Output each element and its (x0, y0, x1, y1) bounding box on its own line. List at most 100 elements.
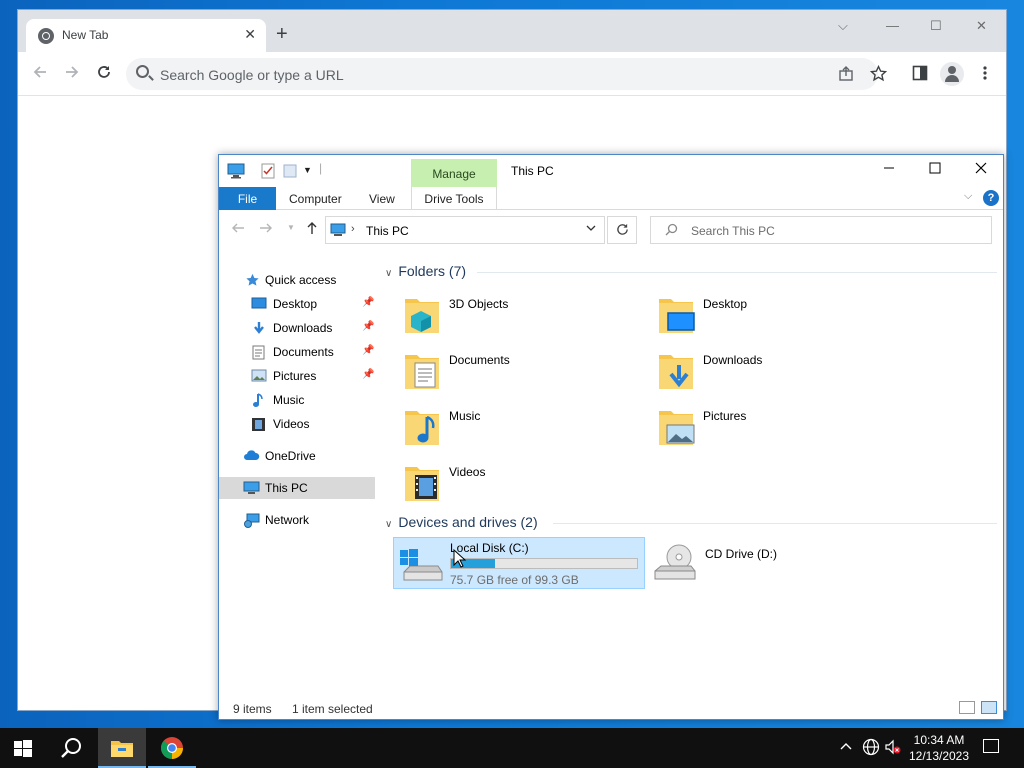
search-placeholder: Search This PC (691, 224, 775, 238)
breadcrumb-this-pc[interactable]: This PC (366, 224, 409, 238)
folder-3d-objects[interactable]: 3D Objects (379, 291, 619, 341)
folder-documents[interactable]: Documents (379, 347, 619, 397)
chrome-maximize-button[interactable]: ☐ (930, 18, 942, 34)
sidebar-item-videos[interactable]: Videos (219, 413, 375, 435)
refresh-button[interactable] (607, 216, 637, 244)
folder-downloads[interactable]: Downloads (633, 347, 873, 397)
folder-label: Documents (449, 353, 510, 367)
navigation-bar: ▼ › This PC Search This PC (219, 211, 1003, 249)
folder-music-icon (403, 405, 441, 447)
explorer-maximize-button[interactable] (929, 161, 941, 177)
tab-view[interactable]: View (369, 192, 395, 206)
pin-icon[interactable]: 📌 (362, 297, 374, 308)
explorer-close-button[interactable] (975, 161, 987, 177)
side-panel-icon[interactable] (912, 65, 928, 84)
pin-icon[interactable]: 📌 (362, 369, 374, 380)
music-note-icon (252, 393, 268, 407)
sidebar-item-pictures[interactable]: Pictures 📌 (219, 365, 375, 387)
collapse-chevron-icon[interactable]: ∨ (385, 519, 392, 530)
sidebar-item-label: Music (273, 393, 305, 407)
taskbar-file-explorer[interactable] (98, 728, 146, 768)
window-title: This PC (511, 164, 554, 178)
profile-avatar-icon[interactable] (940, 62, 964, 86)
forward-icon[interactable] (259, 221, 273, 239)
new-tab-button[interactable]: + (276, 24, 288, 44)
taskbar-clock[interactable]: 10:34 AM 12/13/2023 (900, 732, 978, 764)
mouse-cursor-icon (453, 548, 467, 572)
pin-icon[interactable]: 📌 (362, 321, 374, 332)
address-bar[interactable]: › This PC (325, 216, 605, 244)
folder-pictures[interactable]: Pictures (633, 403, 873, 453)
drive-cd-d[interactable]: CD Drive (D:) (651, 537, 811, 589)
tab-computer[interactable]: Computer (289, 192, 342, 206)
chrome-toolbar: Search Google or type a URL (18, 52, 1006, 96)
explorer-minimize-button[interactable] (883, 161, 895, 177)
sidebar-item-label: Network (265, 513, 310, 527)
windows-start-icon[interactable] (14, 740, 32, 761)
collapse-chevron-icon[interactable]: ∨ (385, 268, 392, 279)
drive-local-disk-c[interactable]: Local Disk (C:) 75.7 GB free of 99.3 GB (393, 537, 645, 589)
forward-icon[interactable] (64, 64, 80, 84)
folder-music[interactable]: Music (379, 403, 619, 453)
ribbon-tabs: File Computer View Drive Tools ⌵ ? (219, 187, 1003, 210)
pin-icon[interactable]: 📌 (362, 345, 374, 356)
tab-file[interactable]: File (219, 187, 276, 210)
sidebar-item-downloads[interactable]: Downloads 📌 (219, 317, 375, 339)
sidebar-item-network[interactable]: Network (219, 509, 375, 531)
sidebar-item-onedrive[interactable]: OneDrive (219, 445, 375, 467)
folder-videos[interactable]: Videos (379, 459, 619, 509)
recent-locations-icon[interactable]: ▼ (287, 223, 295, 232)
properties-icon[interactable] (261, 163, 275, 182)
folder-desktop[interactable]: Desktop (633, 291, 873, 341)
sidebar-item-this-pc[interactable]: This PC (219, 477, 375, 499)
new-folder-icon[interactable] (283, 163, 297, 182)
sidebar-item-documents[interactable]: Documents 📌 (219, 341, 375, 363)
status-item-count: 9 items (233, 702, 272, 716)
chrome-menu-icon[interactable] (982, 65, 988, 84)
notification-center-icon[interactable] (983, 739, 999, 753)
star-icon (245, 273, 261, 287)
drive-label: CD Drive (D:) (705, 547, 777, 561)
qat-customize-icon[interactable]: ▼ (303, 165, 312, 175)
clock-time: 10:34 AM (913, 733, 965, 747)
chrome-close-button[interactable]: ✕ (976, 18, 987, 34)
chrome-minimize-button[interactable]: — (886, 18, 899, 33)
folder-3d-objects-icon (403, 293, 441, 335)
taskbar-chrome[interactable] (148, 728, 196, 768)
help-icon[interactable]: ? (983, 190, 999, 206)
group-header-devices[interactable]: ∨ Devices and drives (2) (385, 514, 538, 530)
tab-new-tab[interactable]: New Tab ✕ (26, 19, 266, 52)
taskbar: 10:34 AM 12/13/2023 (0, 728, 1024, 768)
back-icon[interactable] (32, 64, 48, 84)
chrome-tab-bar: New Tab ✕ + ⌵ — ☐ ✕ (18, 10, 1006, 52)
reload-icon[interactable] (96, 64, 112, 84)
back-icon[interactable] (231, 221, 245, 239)
up-icon[interactable] (305, 221, 319, 239)
ribbon-expand-icon[interactable]: ⌵ (964, 190, 972, 203)
tab-close-icon[interactable]: ✕ (244, 26, 256, 43)
tab-drive-tools[interactable]: Drive Tools (411, 187, 497, 210)
tab-search-icon[interactable]: ⌵ (838, 18, 848, 34)
search-input[interactable]: Search This PC (650, 216, 992, 244)
group-header-folders[interactable]: ∨ Folders (7) (385, 263, 466, 279)
navigation-pane: Quick access Desktop 📌 Downloads 📌 Docum… (219, 255, 377, 695)
sidebar-item-desktop[interactable]: Desktop 📌 (219, 293, 375, 315)
network-globe-icon[interactable] (862, 738, 880, 759)
folder-label: Desktop (703, 297, 748, 311)
sidebar-item-label: Downloads (273, 321, 333, 335)
show-hidden-icons[interactable] (840, 739, 852, 754)
taskbar-search-icon[interactable] (60, 737, 82, 762)
large-icons-view-icon[interactable] (981, 701, 997, 714)
bookmark-star-icon[interactable] (869, 64, 888, 85)
sidebar-item-quick-access[interactable]: Quick access (219, 269, 375, 291)
film-icon (251, 417, 267, 431)
tab-manage[interactable]: Manage (411, 159, 497, 187)
omnibox[interactable]: Search Google or type a URL (126, 58, 888, 90)
sidebar-item-music[interactable]: Music (219, 389, 375, 411)
details-view-icon[interactable] (959, 701, 975, 714)
sidebar-item-label: OneDrive (265, 449, 316, 463)
share-icon[interactable] (838, 66, 854, 85)
search-icon (136, 65, 149, 78)
folder-desktop-icon (657, 293, 695, 335)
address-dropdown-icon[interactable] (586, 223, 596, 235)
